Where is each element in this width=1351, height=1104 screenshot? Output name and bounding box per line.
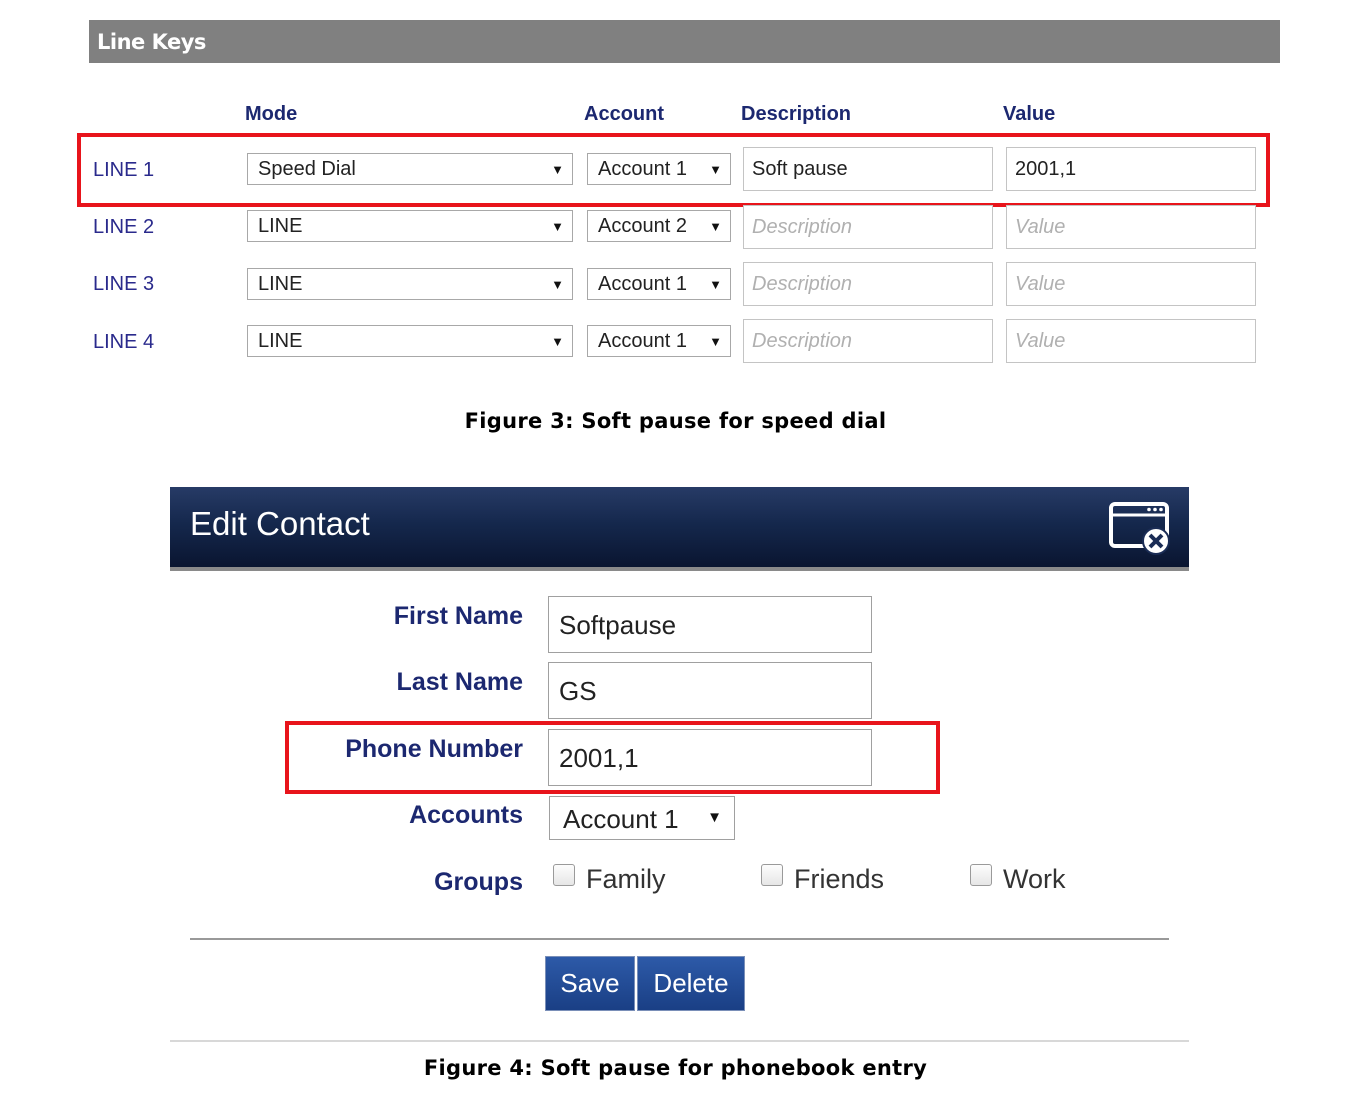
line-keys-header: Line Keys [89,20,1280,63]
line-2-description-input[interactable]: Description [743,205,993,249]
dropdown-arrow-icon: ▼ [709,334,722,349]
first-name-input[interactable]: Softpause [548,596,872,653]
column-header-mode: Mode [245,103,298,125]
line-4-label: LINE 4 [93,331,155,353]
line-4-description-input[interactable]: Description [743,319,993,363]
figure-3-caption: Figure 3: Soft pause for speed dial [464,409,887,433]
dropdown-arrow-icon: ▼ [709,219,722,234]
friends-label: Friends [794,864,885,894]
form-divider [190,938,1169,940]
line-1-highlight-box [77,133,1270,207]
dropdown-arrow-icon: ▼ [551,219,564,234]
delete-button[interactable]: Delete [637,956,745,1011]
save-button[interactable]: Save [545,956,635,1011]
line-2-label: LINE 2 [93,216,155,238]
dropdown-arrow-icon: ▼ [707,809,722,826]
column-header-account: Account [584,103,664,125]
edit-contact-header: Edit Contact [170,487,1189,571]
line-2-account-select[interactable]: Account 2 ▼ [587,210,731,242]
accounts-label: Accounts [409,801,523,829]
line-3-value-input[interactable]: Value [1006,262,1256,306]
work-label: Work [1003,864,1066,894]
last-name-label: Last Name [396,668,523,696]
line-2-value-input[interactable]: Value [1006,205,1256,249]
line-3-description-input[interactable]: Description [743,262,993,306]
work-checkbox[interactable] [970,864,992,886]
phone-number-highlight-box [285,721,940,794]
accounts-select[interactable]: Account 1 ▼ [549,796,735,840]
groups-label: Groups [434,868,523,896]
dropdown-arrow-icon: ▼ [551,334,564,349]
panel-bottom-border [170,1040,1189,1042]
friends-checkbox[interactable] [761,864,783,886]
edit-contact-title: Edit Contact [190,505,370,542]
family-checkbox[interactable] [553,864,575,886]
line-keys-title: Line Keys [97,30,206,54]
line-3-mode-select[interactable]: LINE ▼ [247,268,573,300]
line-3-account-select[interactable]: Account 1 ▼ [587,268,731,300]
family-label: Family [586,864,666,894]
column-header-description: Description [741,103,852,125]
figure-4-caption: Figure 4: Soft pause for phonebook entry [423,1056,928,1080]
line-4-account-select[interactable]: Account 1 ▼ [587,325,731,357]
line-4-mode-select[interactable]: LINE ▼ [247,325,573,357]
line-3-label: LINE 3 [93,273,155,295]
close-window-icon[interactable] [1109,501,1173,555]
dropdown-arrow-icon: ▼ [709,277,722,292]
first-name-label: First Name [393,602,523,630]
dropdown-arrow-icon: ▼ [551,277,564,292]
line-2-mode-select[interactable]: LINE ▼ [247,210,573,242]
line-4-value-input[interactable]: Value [1006,319,1256,363]
column-header-value: Value [1003,103,1056,125]
last-name-input[interactable]: GS [548,662,872,719]
